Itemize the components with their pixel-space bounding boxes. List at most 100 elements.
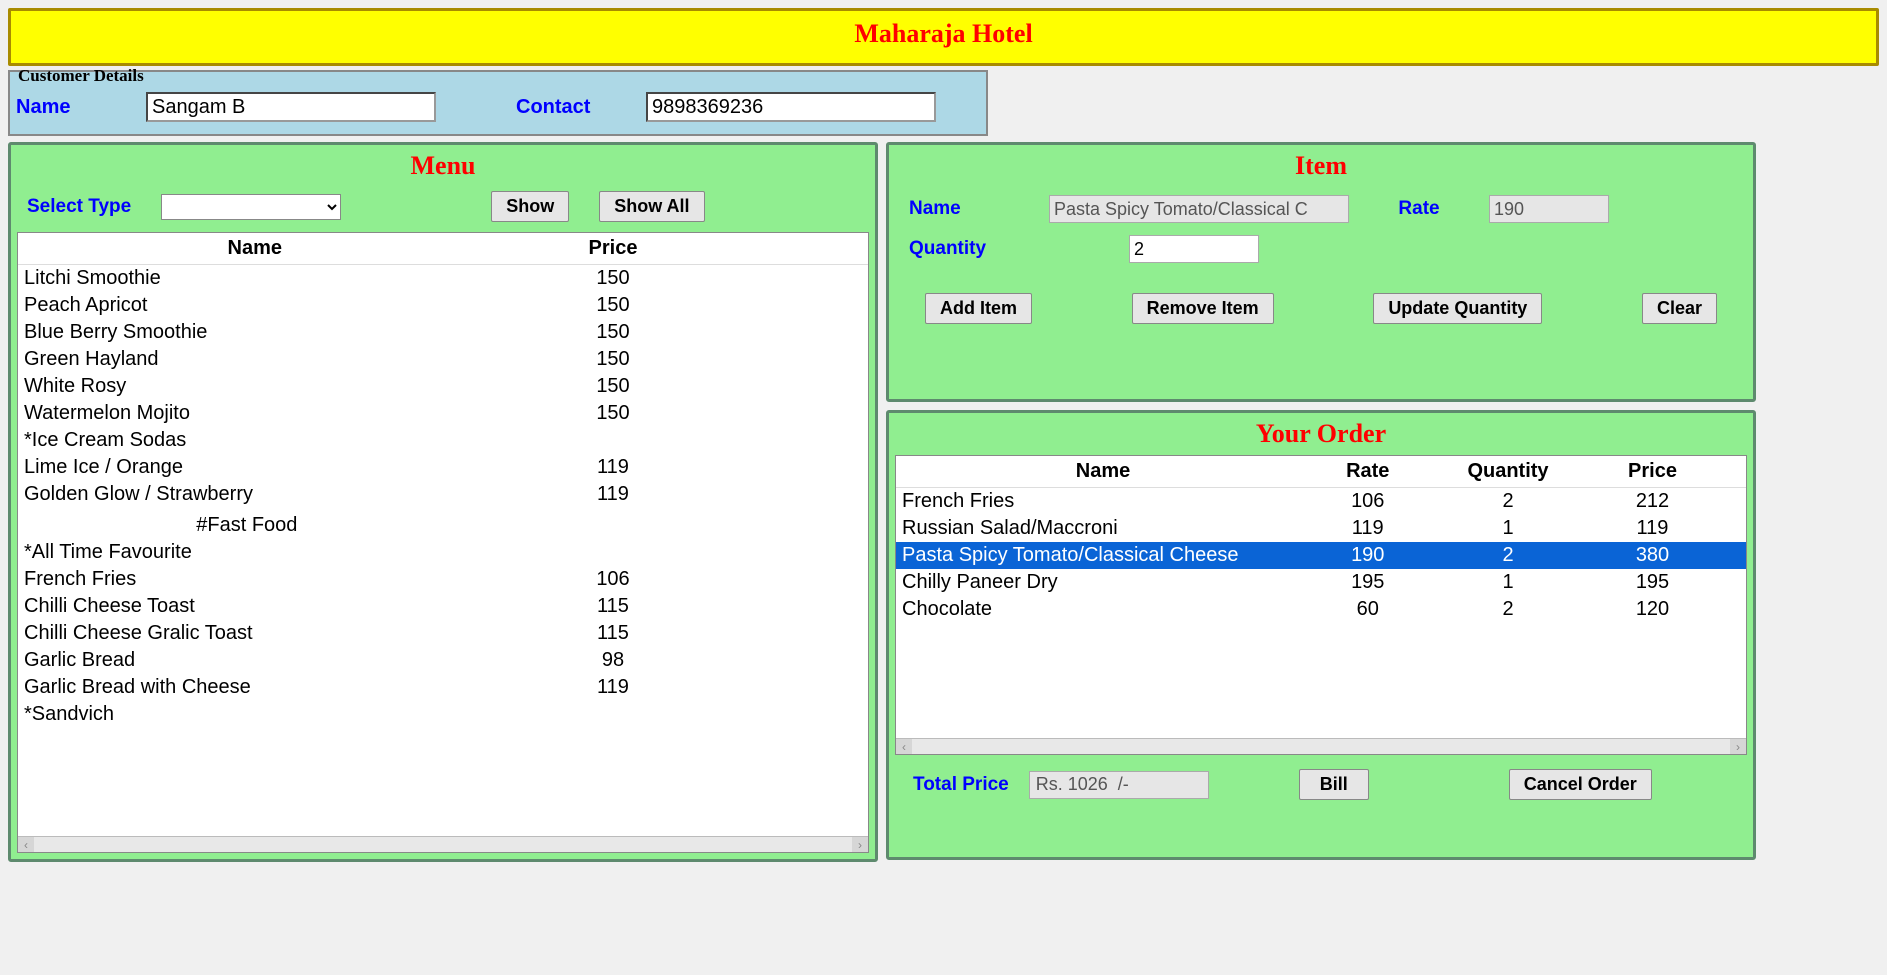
customer-name-input[interactable]: [146, 92, 436, 122]
order-cell-rate: 190: [1304, 544, 1432, 567]
show-all-button[interactable]: Show All: [599, 191, 704, 222]
select-type-dropdown[interactable]: [161, 194, 341, 220]
menu-cell-name: *All Time Favourite: [18, 541, 486, 564]
menu-cell-name: Chilli Cheese Toast: [18, 595, 486, 618]
order-row[interactable]: Chocolate602120: [896, 596, 1746, 623]
menu-row[interactable]: Golden Glow / Strawberry119: [18, 481, 868, 508]
menu-grid-header: Name Price: [18, 233, 868, 265]
menu-grid: Name Price Litchi Smoothie150Peach Apric…: [17, 232, 869, 853]
remove-item-button[interactable]: Remove Item: [1132, 293, 1274, 324]
menu-cell-price: 98: [486, 649, 741, 672]
item-name-input: [1049, 195, 1349, 223]
order-cell-price: 120: [1585, 598, 1721, 621]
menu-panel: Menu Select Type Show Show All Name Pric…: [8, 142, 878, 862]
order-cell-rate: 60: [1304, 598, 1432, 621]
menu-row[interactable]: Garlic Bread98: [18, 647, 868, 674]
order-row[interactable]: Russian Salad/Maccroni1191119: [896, 515, 1746, 542]
menu-cell-name: Garlic Bread with Cheese: [18, 676, 486, 699]
menu-row[interactable]: Garlic Bread with Cheese119: [18, 674, 868, 701]
menu-row[interactable]: Green Hayland150: [18, 346, 868, 373]
order-row[interactable]: Pasta Spicy Tomato/Classical Cheese19023…: [896, 542, 1746, 569]
select-type-label: Select Type: [27, 196, 131, 218]
menu-hscroll[interactable]: [18, 836, 868, 852]
menu-cell-price: [486, 429, 741, 452]
menu-cell-price: 150: [486, 321, 741, 344]
title-bar: Maharaja Hotel: [8, 8, 1879, 66]
order-grid-header: Name Rate Quantity Price: [896, 456, 1746, 488]
order-panel: Your Order Name Rate Quantity Price Fren…: [886, 410, 1756, 860]
menu-row[interactable]: Peach Apricot150: [18, 292, 868, 319]
menu-cell-name: Chilli Cheese Gralic Toast: [18, 622, 486, 645]
add-item-button[interactable]: Add Item: [925, 293, 1032, 324]
menu-cell-name: #Fast Food: [18, 514, 486, 537]
order-cell-quantity: 1: [1432, 517, 1585, 540]
item-title: Item: [895, 151, 1747, 181]
menu-row[interactable]: White Rosy150: [18, 373, 868, 400]
customer-details-legend: Customer Details: [18, 66, 144, 86]
menu-cell-price: 150: [486, 402, 741, 425]
menu-cell-price: [486, 514, 741, 537]
menu-cell-name: French Fries: [18, 568, 486, 591]
menu-row[interactable]: Watermelon Mojito150: [18, 400, 868, 427]
menu-row[interactable]: Litchi Smoothie150: [18, 265, 868, 292]
menu-row[interactable]: *Sandvich: [18, 701, 868, 728]
order-cell-quantity: 1: [1432, 571, 1585, 594]
order-col-name: Name: [896, 460, 1304, 483]
app-title: Maharaja Hotel: [11, 19, 1876, 49]
order-col-rate: Rate: [1304, 460, 1432, 483]
menu-grid-body[interactable]: Name Price Litchi Smoothie150Peach Apric…: [18, 233, 868, 836]
menu-title: Menu: [17, 151, 869, 181]
order-title: Your Order: [895, 419, 1747, 449]
menu-cell-price: 150: [486, 375, 741, 398]
menu-cell-price: 119: [486, 456, 741, 479]
item-name-label: Name: [909, 198, 1029, 220]
order-col-price: Price: [1585, 460, 1721, 483]
menu-row[interactable]: Blue Berry Smoothie150: [18, 319, 868, 346]
item-quantity-label: Quantity: [909, 238, 1029, 260]
menu-col-price: Price: [486, 237, 741, 260]
menu-cell-price: 119: [486, 676, 741, 699]
menu-cell-name: *Ice Cream Sodas: [18, 429, 486, 452]
order-cell-price: 212: [1585, 490, 1721, 513]
menu-row[interactable]: Chilli Cheese Toast115: [18, 593, 868, 620]
menu-cell-price: 150: [486, 267, 741, 290]
bill-button[interactable]: Bill: [1299, 769, 1369, 800]
customer-contact-input[interactable]: [646, 92, 936, 122]
menu-row[interactable]: #Fast Food: [18, 512, 868, 539]
order-grid: Name Rate Quantity Price French Fries106…: [895, 455, 1747, 755]
menu-col-name: Name: [18, 237, 486, 260]
order-row[interactable]: Chilly Paneer Dry1951195: [896, 569, 1746, 596]
menu-row[interactable]: French Fries106: [18, 566, 868, 593]
total-price-input: [1029, 771, 1209, 799]
update-quantity-button[interactable]: Update Quantity: [1373, 293, 1542, 324]
menu-row[interactable]: *Ice Cream Sodas: [18, 427, 868, 454]
total-price-label: Total Price: [913, 774, 1009, 796]
order-cell-name: Pasta Spicy Tomato/Classical Cheese: [896, 544, 1304, 567]
menu-row[interactable]: Chilli Cheese Gralic Toast115: [18, 620, 868, 647]
item-rate-input: [1489, 195, 1609, 223]
order-col-quantity: Quantity: [1432, 460, 1585, 483]
order-cell-rate: 106: [1304, 490, 1432, 513]
menu-row[interactable]: Lime Ice / Orange119: [18, 454, 868, 481]
order-grid-body[interactable]: Name Rate Quantity Price French Fries106…: [896, 456, 1746, 738]
menu-cell-price: 150: [486, 294, 741, 317]
order-hscroll[interactable]: [896, 738, 1746, 754]
cancel-order-button[interactable]: Cancel Order: [1509, 769, 1652, 800]
menu-row[interactable]: *All Time Favourite: [18, 539, 868, 566]
order-cell-rate: 119: [1304, 517, 1432, 540]
item-rate-label: Rate: [1369, 198, 1469, 220]
menu-cell-price: [486, 541, 741, 564]
show-button[interactable]: Show: [491, 191, 569, 222]
order-cell-price: 380: [1585, 544, 1721, 567]
menu-cell-name: Lime Ice / Orange: [18, 456, 486, 479]
clear-button[interactable]: Clear: [1642, 293, 1717, 324]
customer-details-panel: Customer Details Name Contact: [8, 70, 988, 136]
menu-cell-name: Golden Glow / Strawberry: [18, 483, 486, 506]
order-cell-price: 119: [1585, 517, 1721, 540]
order-row[interactable]: French Fries1062212: [896, 488, 1746, 515]
order-cell-name: Russian Salad/Maccroni: [896, 517, 1304, 540]
menu-cell-name: White Rosy: [18, 375, 486, 398]
menu-cell-price: 115: [486, 595, 741, 618]
item-quantity-input[interactable]: [1129, 235, 1259, 263]
order-cell-price: 195: [1585, 571, 1721, 594]
